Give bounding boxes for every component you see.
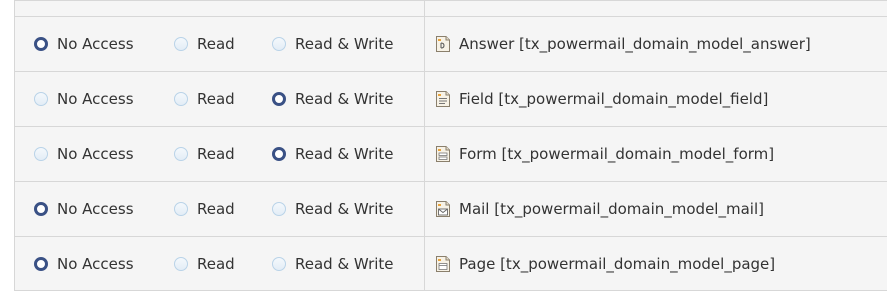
table-permissions-panel: No Access Read Read & Write Answer [tx_p… <box>14 0 887 291</box>
read-option[interactable]: Read <box>174 237 235 291</box>
answer-record-icon <box>436 36 450 52</box>
read-write-option[interactable]: Read & Write <box>272 182 394 236</box>
read-write-option[interactable]: Read & Write <box>272 17 394 71</box>
read-radio[interactable] <box>174 257 188 271</box>
no-access-option[interactable]: No Access <box>34 17 134 71</box>
read-label: Read <box>197 255 235 273</box>
table-name: Mail [tx_powermail_domain_model_mail] <box>459 200 764 218</box>
table-name: Form [tx_powermail_domain_model_form] <box>459 145 775 163</box>
read-label: Read <box>197 145 235 163</box>
no-access-label: No Access <box>57 255 134 273</box>
read-radio[interactable] <box>174 202 188 216</box>
read-write-option[interactable]: Read & Write <box>272 72 394 126</box>
no-access-option[interactable]: No Access <box>34 237 134 291</box>
field-record-icon <box>436 91 450 107</box>
no-access-label: No Access <box>57 145 134 163</box>
no-access-label: No Access <box>57 90 134 108</box>
read-write-radio[interactable] <box>272 202 286 216</box>
page-record-icon <box>436 256 450 272</box>
read-radio[interactable] <box>174 92 188 106</box>
read-write-option[interactable]: Read & Write <box>272 127 394 181</box>
table-name-cell: Form [tx_powermail_domain_model_form] <box>435 127 774 181</box>
table-name: Page [tx_powermail_domain_model_page] <box>459 255 776 273</box>
no-access-label: No Access <box>57 35 134 53</box>
table-name: Answer [tx_powermail_domain_model_answer… <box>459 35 811 53</box>
read-write-radio[interactable] <box>272 147 286 161</box>
no-access-radio[interactable] <box>34 147 48 161</box>
no-access-radio[interactable] <box>34 202 48 216</box>
read-write-radio[interactable] <box>272 257 286 271</box>
no-access-label: No Access <box>57 200 134 218</box>
read-option[interactable]: Read <box>174 127 235 181</box>
permission-row-field: No Access Read Read & Write Field [tx_po… <box>15 71 887 126</box>
permission-row-form: No Access Read Read & Write Form [tx_pow… <box>15 126 887 181</box>
read-option[interactable]: Read <box>174 182 235 236</box>
read-write-radio[interactable] <box>272 92 286 106</box>
table-name-cell: Page [tx_powermail_domain_model_page] <box>435 237 775 291</box>
no-access-option[interactable]: No Access <box>34 127 134 181</box>
permission-row-mail: No Access Read Read & Write Mail [tx_pow… <box>15 181 887 236</box>
previous-row-edge <box>15 0 887 16</box>
read-option[interactable]: Read <box>174 17 235 71</box>
no-access-radio[interactable] <box>34 92 48 106</box>
form-record-icon <box>436 146 450 162</box>
read-option[interactable]: Read <box>174 72 235 126</box>
read-write-label: Read & Write <box>295 200 394 218</box>
permission-row-answer: No Access Read Read & Write Answer [tx_p… <box>15 16 887 71</box>
table-name-cell: Field [tx_powermail_domain_model_field] <box>435 72 768 126</box>
table-name-cell: Answer [tx_powermail_domain_model_answer… <box>435 17 811 71</box>
read-write-label: Read & Write <box>295 145 394 163</box>
read-label: Read <box>197 35 235 53</box>
read-write-option[interactable]: Read & Write <box>272 237 394 291</box>
read-write-label: Read & Write <box>295 35 394 53</box>
no-access-option[interactable]: No Access <box>34 182 134 236</box>
table-name-cell: Mail [tx_powermail_domain_model_mail] <box>435 182 764 236</box>
mail-record-icon <box>436 201 450 217</box>
read-write-label: Read & Write <box>295 90 394 108</box>
read-radio[interactable] <box>174 147 188 161</box>
read-radio[interactable] <box>174 37 188 51</box>
read-write-radio[interactable] <box>272 37 286 51</box>
read-label: Read <box>197 200 235 218</box>
no-access-radio[interactable] <box>34 37 48 51</box>
read-write-label: Read & Write <box>295 255 394 273</box>
permission-row-page: No Access Read Read & Write Page [tx_pow… <box>15 236 887 291</box>
no-access-option[interactable]: No Access <box>34 72 134 126</box>
no-access-radio[interactable] <box>34 257 48 271</box>
table-name: Field [tx_powermail_domain_model_field] <box>459 90 769 108</box>
read-label: Read <box>197 90 235 108</box>
